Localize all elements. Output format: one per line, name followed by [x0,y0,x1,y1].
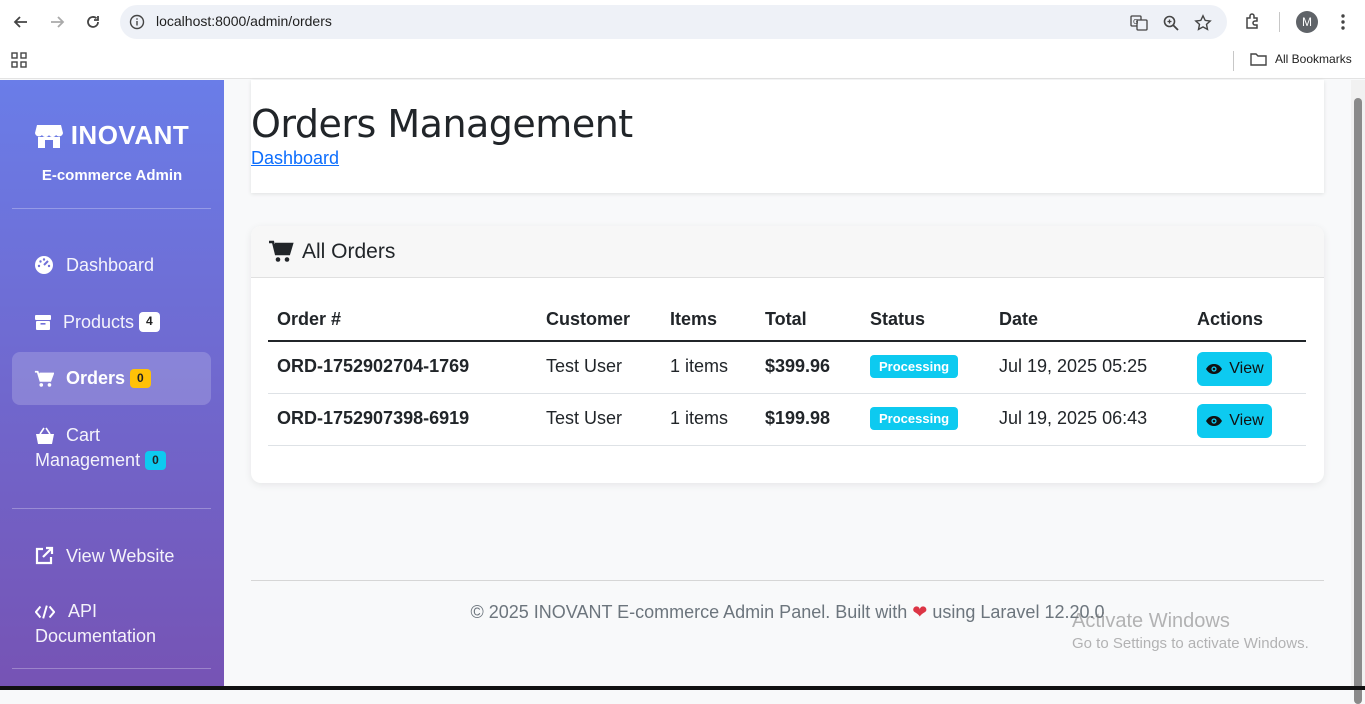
code-icon [35,602,55,622]
column-header-total[interactable]: Total [765,309,807,330]
box-icon [33,312,53,332]
sidebar-item-view-website[interactable]: View Website [12,536,211,576]
status-badge: Processing [870,407,959,430]
all-bookmarks-label: All Bookmarks [1275,52,1352,66]
heart-icon: ❤ [912,602,928,622]
back-arrow-icon[interactable] [10,11,32,33]
eye-icon [1206,364,1223,374]
bookmarks-separator [1233,51,1234,71]
orders-table: Order # Customer Items Total Status Date… [268,304,1306,446]
brand: INOVANT E-commerce Admin [0,120,224,184]
address-bar[interactable]: localhost:8000/admin/orders G [120,5,1227,39]
watermark-title: Activate Windows [1072,610,1230,632]
sidebar-item-cart-management[interactable]: Cart Management 0 [12,425,211,481]
column-header-customer[interactable]: Customer [546,309,630,330]
shopping-cart-icon [269,240,294,262]
order-date: Jul 19, 2025 05:25 [999,356,1148,376]
profile-avatar[interactable]: M [1296,11,1318,33]
table-row: ORD-1752902704-1769 Test User 1 items $3… [268,342,1306,394]
svg-text:G: G [1133,18,1138,26]
brand-name: INOVANT [70,120,190,150]
scrollbar-thumb[interactable] [1354,98,1362,704]
view-button-label: View [1229,412,1264,429]
site-info-icon[interactable] [129,14,145,30]
brand-title[interactable]: INOVANT [0,120,224,151]
url-text[interactable]: localhost:8000/admin/orders [156,13,332,29]
page-title: Orders Management [251,102,633,146]
sidebar-item-label: API [68,601,98,621]
products-count-badge: 4 [139,312,160,332]
order-number: ORD-1752902704-1769 [277,356,470,376]
menu-dots-icon[interactable] [1333,12,1353,32]
forward-arrow-icon[interactable] [46,11,68,33]
sidebar-item-label-cont: Documentation [35,626,157,646]
all-bookmarks-button[interactable]: All Bookmarks [1250,52,1352,66]
shopping-cart-icon [34,369,54,389]
bookmarks-bar: All Bookmarks [0,44,1365,79]
bookmark-star-icon[interactable] [1194,14,1212,32]
watermark-subtitle: Go to Settings to activate Windows. [1072,635,1309,652]
order-number: ORD-1752907398-6919 [277,408,470,428]
store-icon [34,124,63,148]
reload-icon[interactable] [82,11,104,33]
translate-icon[interactable]: G [1130,14,1148,32]
toolbar-separator [1279,12,1280,32]
items-count: 1 items [670,408,729,428]
orders-card-title: All Orders [302,239,396,263]
apps-grid-icon[interactable] [11,52,27,68]
sidebar-divider [12,208,211,209]
gauge-icon [34,255,54,275]
browser-toolbar: localhost:8000/admin/orders G M [0,0,1365,44]
windows-activation-watermark: Activate Windows Go to Settings to activ… [1072,610,1309,652]
sidebar-item-api-docs[interactable]: API Documentation [12,601,211,657]
sidebar-item-label: Dashboard [66,254,155,275]
sidebar-item-orders[interactable]: Orders 0 [12,352,211,405]
view-order-button[interactable]: View [1197,404,1272,438]
status-badge: Processing [870,355,959,378]
orders-card-header: All Orders [251,226,1324,278]
column-header-status[interactable]: Status [870,309,925,330]
column-header-actions: Actions [1197,309,1264,329]
breadcrumb-dashboard-link[interactable]: Dashboard [251,148,339,169]
table-header-row: Order # Customer Items Total Status Date… [268,304,1306,342]
basket-icon [35,426,55,446]
zoom-icon[interactable] [1162,14,1180,32]
sidebar-item-label: Cart [66,425,101,445]
external-link-icon [34,546,54,566]
order-total: $399.96 [765,356,831,376]
orders-count-badge: 0 [130,368,151,389]
column-header-order[interactable]: Order # [277,309,341,330]
page-scrollbar[interactable] [1351,80,1365,704]
sidebar-item-dashboard[interactable]: Dashboard [12,245,211,285]
folder-icon [1250,53,1267,66]
extensions-icon[interactable] [1243,12,1263,32]
page-header: Orders Management Dashboard [251,80,1324,193]
brand-subtitle: E-commerce Admin [41,167,183,184]
sidebar-item-label: Products [63,311,135,332]
sidebar-divider [12,668,211,669]
column-header-items[interactable]: Items [670,309,717,330]
customer-name: Test User [546,356,623,376]
footer-divider [251,580,1324,581]
table-row: ORD-1752907398-6919 Test User 1 items $1… [268,394,1306,446]
customer-name: Test User [546,408,623,428]
sidebar-item-label-cont: Management [35,450,141,470]
taskbar-edge [0,686,1365,690]
sidebar-item-products[interactable]: Products 4 [12,302,211,342]
cart-count-badge: 0 [145,450,166,471]
sidebar-item-label: Orders [66,368,126,388]
eye-icon [1206,416,1223,426]
order-total: $199.98 [765,408,831,428]
items-count: 1 items [670,356,729,376]
sidebar-item-label: View Website [66,545,175,566]
order-date: Jul 19, 2025 06:43 [999,408,1148,428]
sidebar-divider [12,508,211,509]
orders-card: All Orders Order # Customer Items Total … [251,226,1324,483]
footer-text-before: © 2025 INOVANT E-commerce Admin Panel. B… [470,602,908,622]
sidebar: INOVANT E-commerce Admin Dashboard Produ… [0,80,224,690]
view-button-label: View [1229,360,1264,377]
view-order-button[interactable]: View [1197,352,1272,386]
column-header-date[interactable]: Date [999,309,1038,330]
